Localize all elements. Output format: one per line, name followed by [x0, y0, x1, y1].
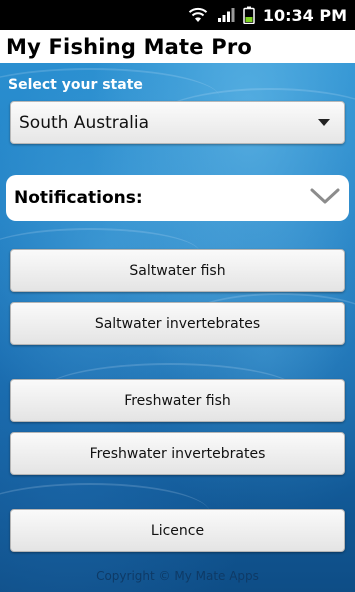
- page-title: My Fishing Mate Pro: [6, 34, 253, 59]
- state-select-label: Select your state: [8, 77, 143, 93]
- notifications-panel[interactable]: Notifications:: [6, 175, 349, 221]
- saltwater-invertebrates-button[interactable]: Saltwater invertebrates: [10, 302, 345, 345]
- copyright-text: Copyright © My Mate Apps: [96, 569, 259, 583]
- battery-icon: [243, 6, 255, 24]
- dropdown-arrow-icon: [318, 119, 330, 126]
- state-dropdown[interactable]: South Australia: [10, 101, 345, 144]
- main-content: Select your state South Australia Notifi…: [0, 63, 355, 592]
- saltwater-fish-button[interactable]: Saltwater fish: [10, 249, 345, 292]
- chevron-down-icon[interactable]: [309, 186, 341, 210]
- status-bar: 10:34 PM: [0, 0, 355, 30]
- licence-button[interactable]: Licence: [10, 509, 345, 552]
- state-dropdown-value: South Australia: [19, 112, 150, 133]
- status-time: 10:34 PM: [262, 5, 347, 25]
- signal-icon: [217, 7, 235, 23]
- wifi-icon: [187, 7, 209, 23]
- freshwater-fish-button[interactable]: Freshwater fish: [10, 379, 345, 422]
- app-title-bar: My Fishing Mate Pro: [0, 30, 355, 63]
- notifications-label: Notifications:: [14, 188, 143, 208]
- freshwater-invertebrates-button[interactable]: Freshwater invertebrates: [10, 432, 345, 475]
